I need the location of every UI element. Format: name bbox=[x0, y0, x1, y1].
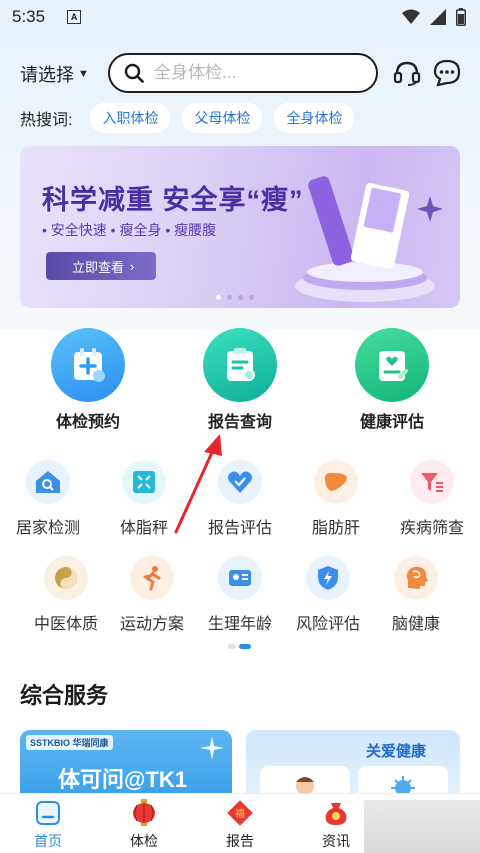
pagination-dot bbox=[249, 295, 254, 300]
product-illustration bbox=[295, 176, 443, 302]
hot-chip[interactable]: 入职体检 bbox=[90, 103, 171, 133]
selector-label: 请选择 bbox=[20, 65, 74, 85]
grid-label: 脂肪肝 bbox=[311, 520, 360, 537]
banner-cta-label: 立即查看 bbox=[72, 259, 125, 275]
banner-pagination bbox=[216, 295, 254, 300]
pagination-dot bbox=[227, 295, 232, 300]
home-search-icon bbox=[26, 460, 70, 504]
liver-icon bbox=[314, 460, 358, 504]
clipboard-search-icon bbox=[203, 328, 277, 402]
pagination-dot bbox=[216, 295, 221, 300]
hot-search-row: 热搜词: 入职体检 父母体检 全身体检 bbox=[20, 103, 355, 133]
tab-report[interactable]: 福 报告 bbox=[192, 798, 288, 851]
grid-pagination bbox=[228, 644, 251, 649]
svg-text:福: 福 bbox=[235, 807, 245, 820]
entry-appointment[interactable]: 体检预约 bbox=[28, 328, 148, 432]
grid-label: 居家检测 bbox=[15, 520, 80, 537]
yin-yang-icon bbox=[44, 556, 88, 600]
gesture-overlay bbox=[364, 800, 480, 853]
card-title: 体可问@TK1 bbox=[58, 767, 188, 792]
grid-item-disease-screening[interactable]: 疾病筛查 bbox=[384, 460, 480, 538]
banner-title: 科学减重 安全享“瘦” bbox=[42, 185, 304, 215]
grid-label: 中医体质 bbox=[33, 616, 98, 633]
sparkle-icon bbox=[200, 736, 224, 760]
fu-icon: 福 bbox=[225, 798, 255, 828]
id-card-icon bbox=[218, 556, 262, 600]
grid-item-tcm[interactable]: 中医体质 bbox=[18, 556, 114, 634]
search-box[interactable] bbox=[108, 53, 378, 93]
grid-label: 风险评估 bbox=[295, 616, 360, 633]
entry-health-assessment[interactable]: 健康评估 bbox=[332, 328, 452, 432]
chevron-right-icon: › bbox=[130, 258, 135, 274]
tab-label: 体检 bbox=[130, 833, 158, 849]
grid-item-brain-health[interactable]: 脑健康 bbox=[368, 556, 464, 634]
main-entries: 体检预约 报告查询 健康评估 bbox=[0, 328, 480, 431]
service-card-tk1[interactable]: SSTKBIO 华瑞同康 体可问@TK1 bbox=[20, 730, 232, 800]
tab-home[interactable]: 首页 bbox=[0, 798, 96, 851]
grid-row-1: 居家检测 体脂秤 报告评估 脂肪肝 疾病筛查 bbox=[0, 460, 480, 540]
grid-label: 疾病筛查 bbox=[399, 520, 464, 537]
heart-clipboard-icon bbox=[355, 328, 429, 402]
grid-item-report-eval[interactable]: 报告评估 bbox=[192, 460, 288, 538]
hot-search-label: 热搜词: bbox=[20, 112, 73, 129]
caret-down-icon: ▼ bbox=[78, 68, 89, 80]
entry-label: 报告查询 bbox=[207, 414, 272, 431]
search-icon bbox=[124, 63, 144, 83]
grid-item-physio-age[interactable]: 生理年龄 bbox=[192, 556, 288, 634]
grid-item-body-fat-scale[interactable]: 体脂秤 bbox=[96, 460, 192, 538]
headset-icon[interactable] bbox=[392, 58, 422, 88]
grid-item-risk-assessment[interactable]: 风险评估 bbox=[280, 556, 376, 634]
heart-check-icon bbox=[218, 460, 262, 504]
location-selector[interactable]: 请选择 ▼ bbox=[20, 61, 89, 87]
entry-label: 健康评估 bbox=[359, 414, 424, 431]
promo-banner[interactable]: 科学减重 安全享“瘦” • 安全快速 • 瘦全身 • 瘦腰腹 立即查看 › bbox=[20, 146, 460, 308]
banner-cta-button[interactable]: 立即查看 › bbox=[46, 252, 156, 280]
grid-label: 体脂秤 bbox=[119, 520, 168, 537]
wifi-icon bbox=[402, 9, 420, 24]
pagination-dot bbox=[238, 295, 243, 300]
lucky-bag-icon bbox=[321, 798, 351, 828]
grid-item-home-test[interactable]: 居家检测 bbox=[0, 460, 96, 538]
running-icon bbox=[130, 556, 174, 600]
tab-label: 报告 bbox=[226, 833, 254, 849]
tab-checkup[interactable]: 体检 bbox=[96, 798, 192, 851]
grid-label: 脑健康 bbox=[391, 616, 440, 633]
status-bar: 5:35 A bbox=[0, 0, 480, 34]
a-letter-icon: A bbox=[67, 10, 82, 24]
scale-icon bbox=[122, 460, 166, 504]
battery-icon bbox=[456, 8, 466, 26]
grid-item-exercise-plan[interactable]: 运动方案 bbox=[104, 556, 200, 634]
chat-icon[interactable] bbox=[432, 58, 462, 88]
brand-logo: SSTKBIO 华瑞同康 bbox=[26, 735, 113, 750]
service-card-care[interactable]: 关爱健康 bbox=[246, 730, 460, 800]
hot-chip[interactable]: 全身体检 bbox=[274, 103, 355, 133]
services-title: 综合服务 bbox=[20, 683, 109, 708]
grid-label: 报告评估 bbox=[207, 520, 272, 537]
shield-bolt-icon bbox=[306, 556, 350, 600]
card-title: 关爱健康 bbox=[366, 743, 427, 760]
brain-head-icon bbox=[394, 556, 438, 600]
lantern-icon bbox=[129, 798, 159, 828]
grid-label: 生理年龄 bbox=[207, 616, 272, 633]
calendar-plus-icon bbox=[51, 328, 125, 402]
hot-chip[interactable]: 父母体检 bbox=[182, 103, 263, 133]
search-row: 请选择 ▼ bbox=[0, 50, 480, 94]
home-icon bbox=[33, 798, 63, 828]
banner-subtitle: • 安全快速 • 瘦全身 • 瘦腰腹 bbox=[42, 222, 217, 238]
filter-icon bbox=[410, 460, 454, 504]
entry-report-query[interactable]: 报告查询 bbox=[180, 328, 300, 432]
pagination-dot bbox=[228, 644, 236, 649]
entry-label: 体检预约 bbox=[55, 414, 120, 431]
tab-label: 首页 bbox=[34, 833, 62, 849]
signal-icon bbox=[430, 9, 446, 25]
grid-row-2: 中医体质 运动方案 生理年龄 风险评估 脑健康 bbox=[0, 556, 480, 636]
pagination-dot bbox=[239, 644, 251, 649]
grid-item-fatty-liver[interactable]: 脂肪肝 bbox=[288, 460, 384, 538]
grid-label: 运动方案 bbox=[119, 616, 184, 633]
status-time: 5:35 bbox=[12, 7, 46, 26]
search-input[interactable] bbox=[154, 63, 354, 83]
